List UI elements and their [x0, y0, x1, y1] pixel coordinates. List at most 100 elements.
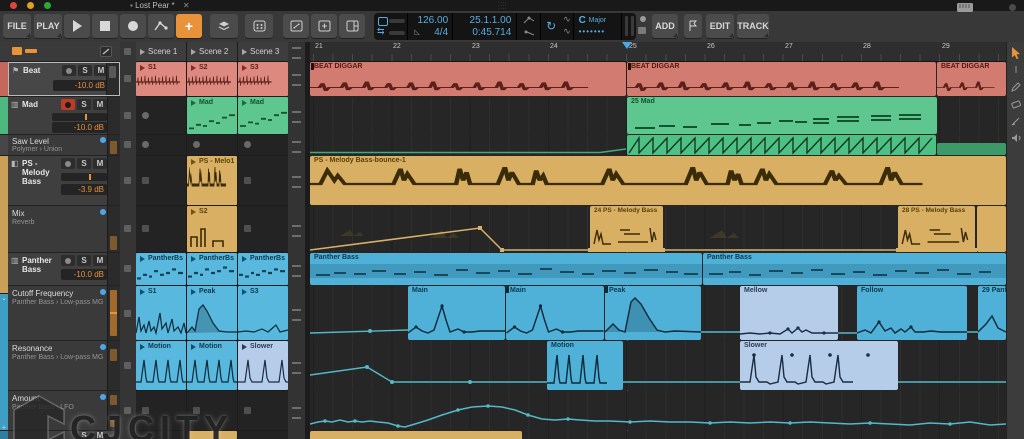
solo-button[interactable]: S: [77, 433, 91, 439]
empty-slot-stop[interactable]: [244, 407, 251, 414]
record-button[interactable]: [120, 14, 146, 38]
empty-slot-stop[interactable]: [244, 177, 251, 184]
track-meter[interactable]: [107, 97, 120, 134]
clip-slot[interactable]: [187, 431, 237, 439]
text-tool[interactable]: I: [1009, 63, 1023, 77]
lane-header-saw-level[interactable]: Saw Level Polymer › Union: [8, 135, 120, 155]
arranger-clip-beat-diggar[interactable]: BEAT DIGGAR: [310, 62, 626, 96]
play-button[interactable]: [64, 14, 90, 38]
add-track-plus-icon[interactable]: +: [0, 423, 8, 432]
clip-slot[interactable]: Mad: [187, 97, 237, 134]
mute-button[interactable]: M: [93, 158, 107, 169]
record-arm-button[interactable]: [61, 158, 75, 169]
volume-value[interactable]: -10.0 dB: [52, 122, 107, 133]
solo-button[interactable]: S: [77, 99, 91, 110]
track-header-partial[interactable]: S M: [8, 431, 120, 439]
clip-slot[interactable]: Motion: [187, 341, 237, 390]
arranger-row-cutoff[interactable]: Main Main Peak Mellow: [310, 286, 1006, 340]
tempo-cell[interactable]: 126.00 ◺ 4/4: [408, 13, 453, 40]
stop-all-clips-button[interactable]: [124, 48, 131, 55]
pan-slider[interactable]: [52, 113, 107, 121]
record-arm-button[interactable]: [62, 65, 76, 76]
arranger-row-resonance[interactable]: Motion Slower: [310, 341, 1006, 390]
scene-overflow-icon[interactable]: [292, 362, 301, 374]
fade-icon[interactable]: ∿: [563, 14, 571, 25]
eraser-tool[interactable]: [1009, 97, 1023, 111]
launcher-clip-pantherbs[interactable]: PantherBs: [187, 253, 237, 285]
arranger-clip-ps-tail[interactable]: [977, 206, 1006, 252]
clip-slot[interactable]: S2: [187, 62, 237, 96]
scene-overflow-icon[interactable]: [292, 141, 301, 153]
arranger-clip-beat-diggar[interactable]: BEAT DIGGAR: [627, 62, 936, 96]
mixer-icon[interactable]: [100, 46, 112, 57]
arranger-row-mix[interactable]: 24 PS - Melody Bass 28 PS - Melody Bass: [310, 206, 1006, 252]
stop-clip-button[interactable]: [124, 177, 131, 184]
arranger-clip-peak[interactable]: Peak: [605, 286, 701, 340]
clip-slot[interactable]: S2: [187, 206, 237, 252]
punch-in-icon[interactable]: [523, 16, 536, 25]
edge-strip-mad[interactable]: [0, 97, 8, 134]
empty-slot-stop[interactable]: [142, 225, 149, 232]
punch-out-icon[interactable]: [523, 28, 536, 37]
launcher-clip-s2-automation[interactable]: S2: [187, 206, 237, 252]
clip-slot[interactable]: [136, 391, 186, 430]
scene-overflow-icon[interactable]: [292, 265, 301, 277]
track-meter[interactable]: [106, 63, 119, 95]
record-arm-icon[interactable]: [640, 16, 646, 22]
clip-slot[interactable]: [238, 156, 288, 205]
solo-button[interactable]: S: [77, 158, 91, 169]
volume-value[interactable]: -3.9 dB: [61, 184, 107, 195]
edit-button[interactable]: EDIT: [706, 14, 734, 38]
clip-slot[interactable]: [238, 391, 288, 430]
lane-fader[interactable]: [107, 206, 120, 252]
knife-tool[interactable]: [1009, 114, 1023, 128]
lane-fader[interactable]: [107, 341, 120, 390]
loop-cell[interactable]: ↻ ∿ ∿: [541, 13, 574, 40]
lane-header-amount[interactable]: Amount Panther Bass › LFO: [8, 391, 120, 430]
clip-slot[interactable]: Mad: [238, 97, 288, 134]
lane-header-resonance[interactable]: Resonance Panther Bass › Low-pass MG: [8, 341, 120, 390]
position-cell[interactable]: 25.1.1.00 0:45.714: [453, 13, 517, 40]
arranger-row-saw-level[interactable]: [310, 135, 1006, 155]
launcher-clip-cutoff-s1[interactable]: S1: [136, 286, 186, 340]
pen-tool[interactable]: [1009, 80, 1023, 94]
track-name[interactable]: PS - Melody Bass: [22, 159, 58, 186]
launcher-view-icon[interactable]: [12, 47, 22, 55]
arranger-clip-24-ps[interactable]: 24 PS - Melody Bass: [590, 206, 663, 252]
transport-slider2[interactable]: [389, 31, 405, 35]
clip-slot[interactable]: [136, 206, 186, 252]
punch-cell[interactable]: [517, 13, 541, 40]
launcher-clip-peak[interactable]: Peak: [187, 286, 237, 340]
key-root[interactable]: C: [579, 15, 586, 26]
clip-slot[interactable]: PantherBs: [238, 253, 288, 285]
arranger-row-mad[interactable]: 25 Mad: [310, 97, 1006, 134]
clip-slot[interactable]: Slower: [238, 341, 288, 390]
key-scale[interactable]: Major: [589, 17, 607, 24]
stop-clip-button[interactable]: [124, 225, 131, 232]
clip-slot[interactable]: S1: [136, 286, 186, 340]
stop-clip-button[interactable]: [124, 75, 131, 82]
arranger-loop-icon[interactable]: ↻: [546, 19, 556, 33]
lane-header-cutoff[interactable]: Cutoff Frequency Panther Bass › Low-pass…: [8, 286, 120, 340]
lane-fader[interactable]: [107, 286, 120, 340]
automation-active-dot[interactable]: [100, 394, 106, 400]
record-arm-button[interactable]: [61, 99, 75, 110]
scene-header-3[interactable]: Scene 3: [238, 42, 288, 61]
arranger-clip-follow[interactable]: Follow: [857, 286, 967, 340]
clip-slot[interactable]: Peak: [187, 286, 237, 340]
stop-button[interactable]: [92, 14, 118, 38]
track-name[interactable]: Beat: [23, 66, 40, 75]
arranger-clip-motion[interactable]: Motion: [547, 341, 623, 390]
clip-slot[interactable]: Motion: [136, 341, 186, 390]
time-signature[interactable]: 4/4: [434, 26, 448, 39]
empty-slot-stop[interactable]: [142, 177, 149, 184]
scene-overflow-icon[interactable]: [292, 407, 301, 419]
clip-slot[interactable]: S1: [136, 62, 186, 96]
solo-button[interactable]: S: [78, 65, 92, 76]
maximize-window-button[interactable]: [44, 2, 51, 9]
arranger-clip-ps-bounce[interactable]: PS - Melody Bass-bounce-1: [310, 156, 1006, 205]
scene-overflow-icon[interactable]: [292, 47, 301, 59]
group-collapse-icon[interactable]: ⌄: [0, 295, 8, 302]
lane-fader[interactable]: [107, 135, 120, 155]
keyboard-icon[interactable]: [957, 3, 973, 12]
